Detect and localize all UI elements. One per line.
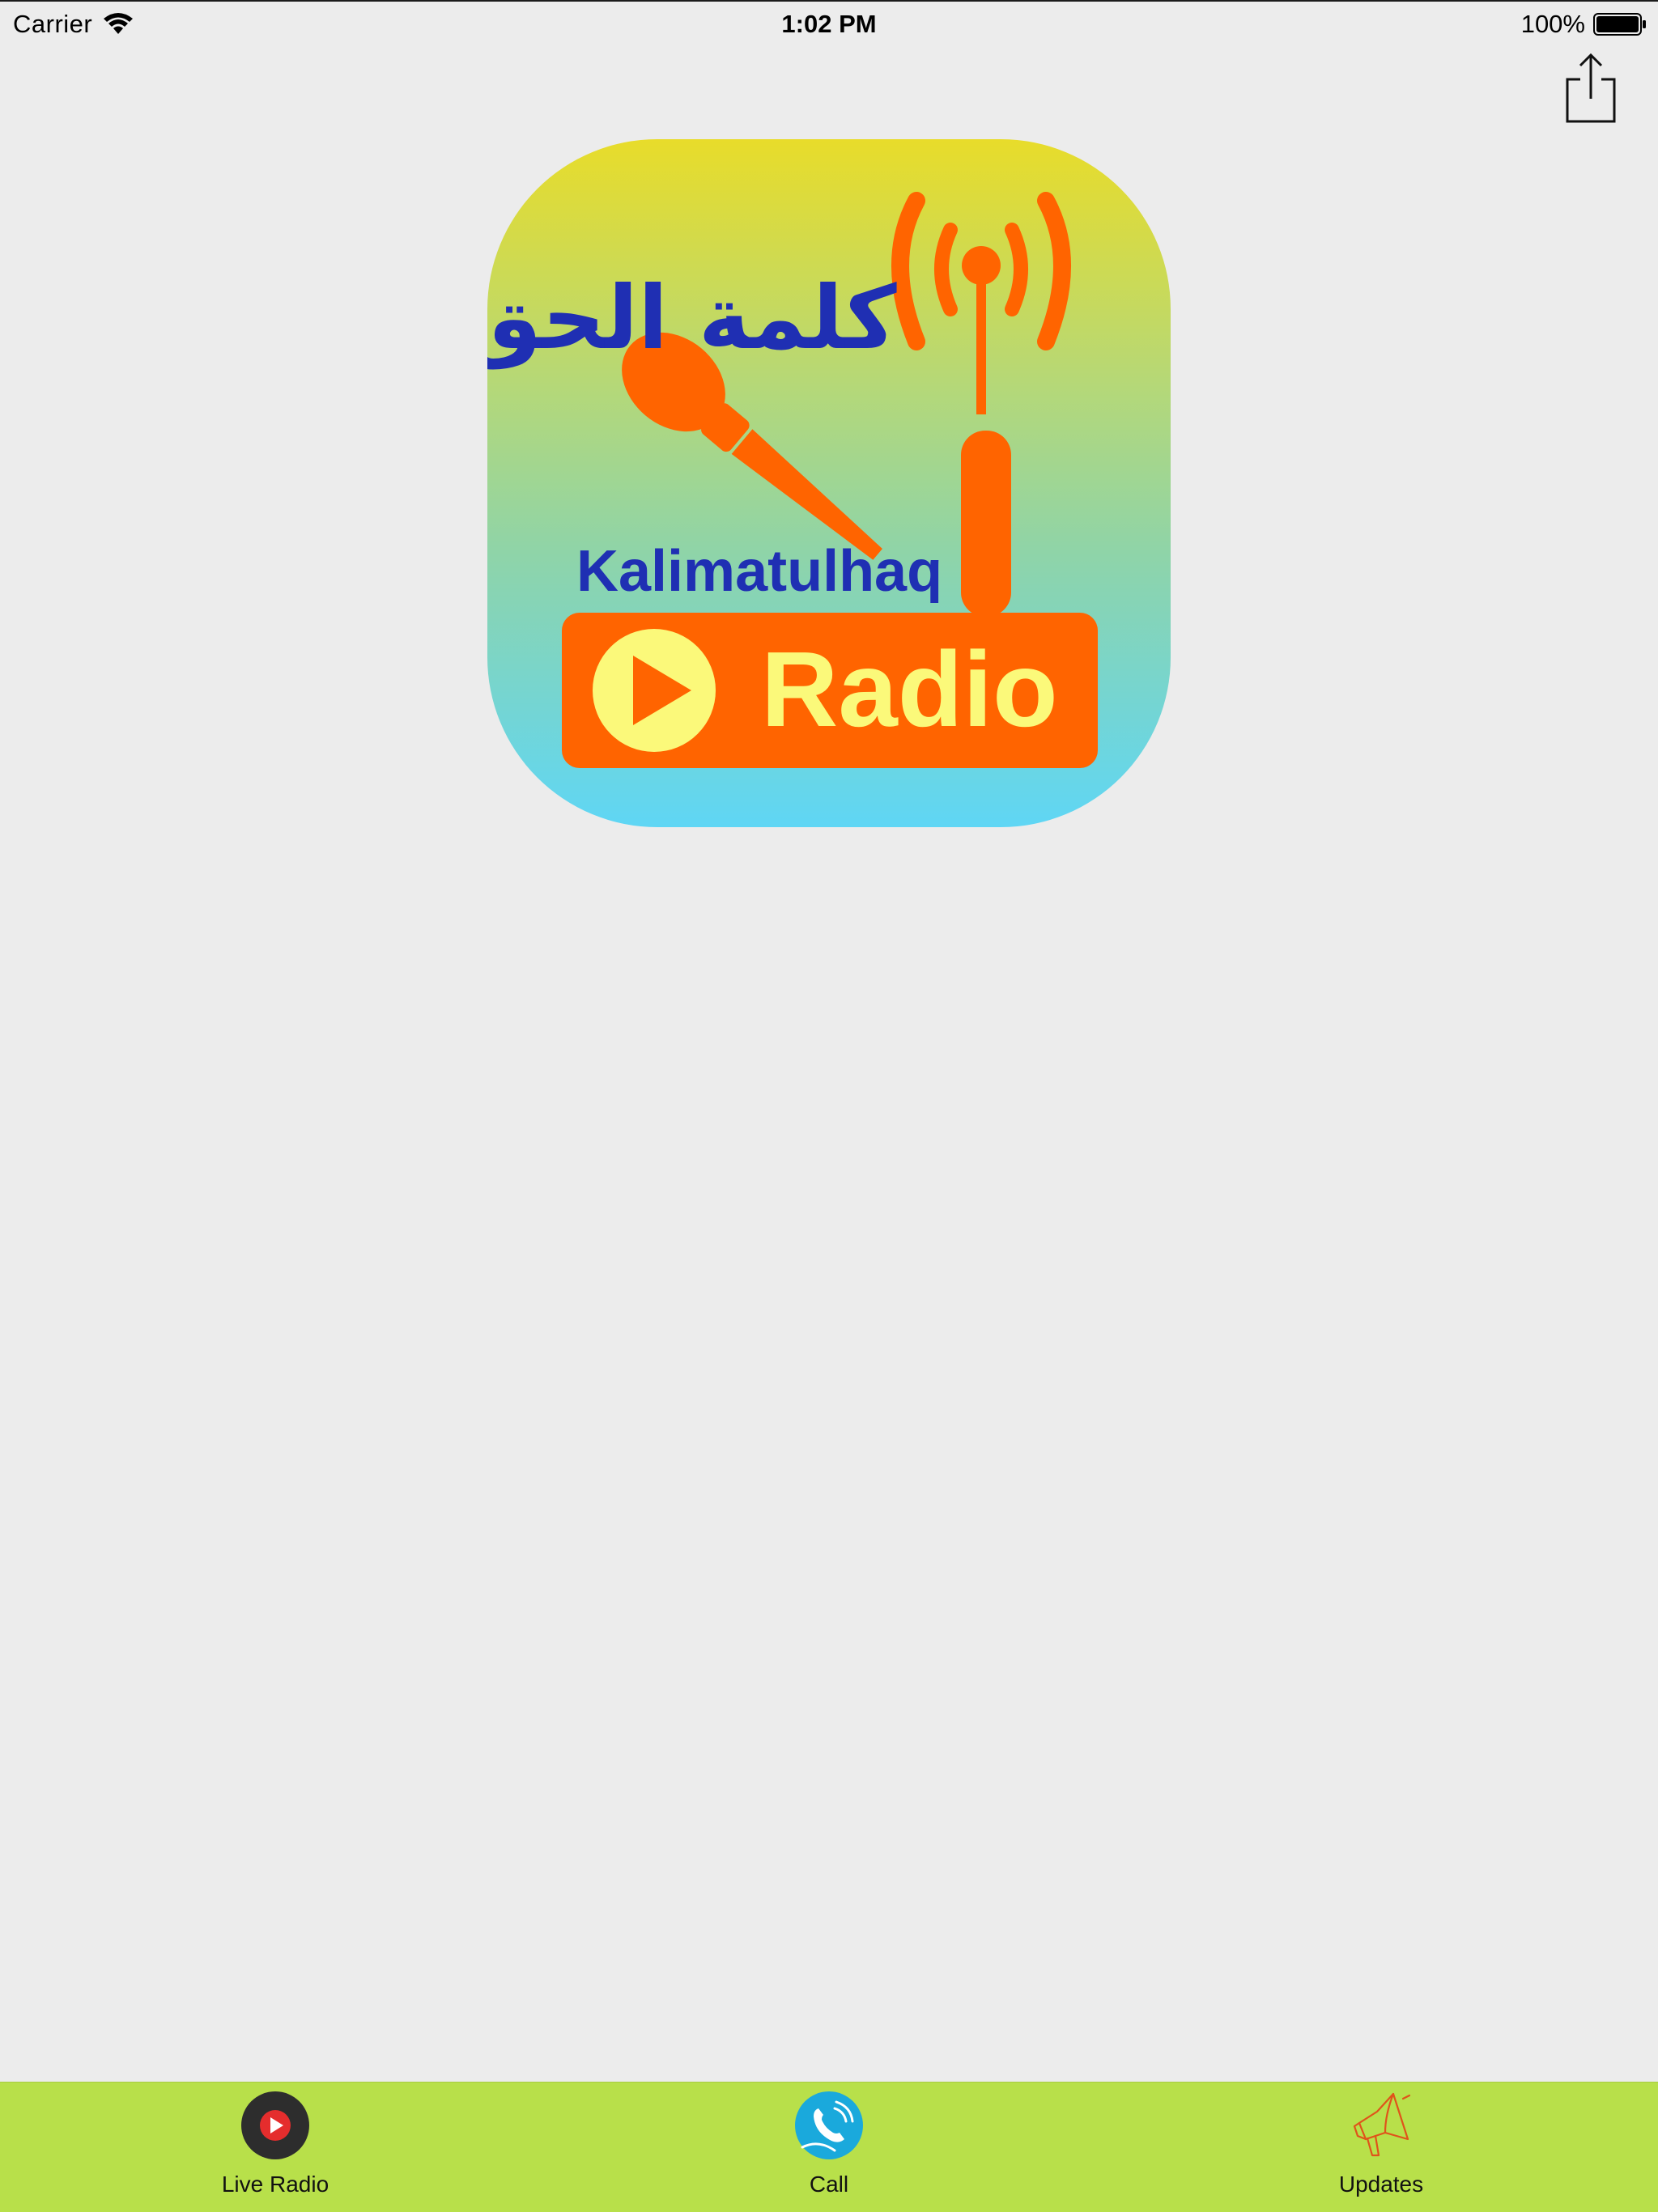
status-right: 100% (1521, 6, 1647, 42)
logo-name: Kalimatulhaq (576, 539, 942, 604)
phone-icon (794, 2091, 864, 2160)
tab-call[interactable]: Call (708, 2083, 950, 2212)
tab-label: Call (809, 2172, 849, 2197)
logo-arabic-title: كلمة الحق (487, 268, 897, 370)
tab-updates[interactable]: Updates (1260, 2083, 1503, 2212)
tab-label: Updates (1338, 2172, 1424, 2197)
app-logo: كلمة الحق Kalimatulhaq Radio (487, 139, 1171, 827)
battery-icon (1593, 13, 1647, 36)
megaphone-icon (1346, 2091, 1416, 2160)
tab-label: Live Radio (221, 2172, 329, 2197)
tab-live-radio[interactable]: Live Radio (154, 2083, 397, 2212)
battery-percentage: 100% (1520, 10, 1585, 38)
status-bar: Carrier 1:02 PM 100% (0, 0, 1658, 45)
logo-radio-word: Radio (761, 630, 1058, 749)
share-button[interactable] (1562, 52, 1619, 126)
play-record-icon (240, 2091, 310, 2160)
status-time: 1:02 PM (781, 10, 877, 38)
share-icon (1562, 52, 1619, 126)
tab-bar: Live Radio Call Updates (0, 2082, 1658, 2212)
